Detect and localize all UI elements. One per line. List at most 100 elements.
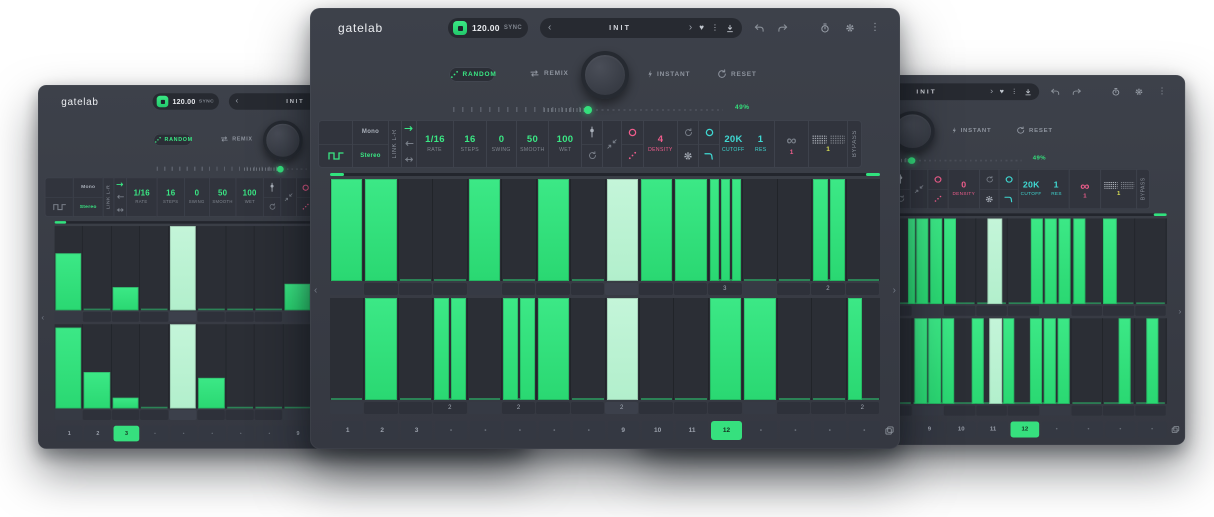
gate-bar[interactable] (1003, 318, 1014, 404)
pattern-slot-5[interactable]: • (171, 426, 197, 442)
steps-cell[interactable]: 16STEPS (157, 177, 185, 217)
gate-bar[interactable] (1073, 218, 1085, 304)
cutoff-res-cell[interactable]: 20KCUTOFF1RES (719, 120, 775, 168)
pattern-slot-12[interactable]: 12 (1010, 422, 1039, 438)
step-cell-9[interactable] (606, 179, 640, 281)
division-cell-9[interactable] (605, 283, 638, 295)
redo-icon[interactable] (777, 24, 788, 33)
step-cell-7[interactable] (226, 324, 255, 408)
wave-square-option[interactable] (45, 197, 72, 216)
favorite-heart-icon[interactable]: ♥ (1000, 88, 1004, 95)
smooth-cell[interactable]: 50SMOOTH (516, 120, 549, 168)
step-cell-5[interactable] (169, 324, 198, 408)
fader-tool[interactable] (264, 178, 281, 197)
filter-circle-tool[interactable] (699, 121, 719, 144)
division-cell-4[interactable] (140, 410, 168, 420)
density-circle-tool[interactable] (928, 170, 947, 189)
preset-menu-kebab-icon[interactable]: ⋮ (1011, 88, 1018, 95)
step-cell-6[interactable] (502, 179, 536, 281)
slider-handle[interactable] (908, 157, 915, 164)
division-cell-4[interactable] (433, 283, 466, 295)
channel-mode-cell[interactable]: MonoStereo (73, 177, 104, 217)
step-cell-12[interactable] (709, 179, 743, 281)
gate-bar[interactable] (365, 179, 396, 281)
mono-option[interactable]: Mono (353, 121, 388, 144)
stereo-option[interactable]: Stereo (74, 197, 103, 216)
pattern-slot-10[interactable]: 10 (947, 422, 976, 438)
division-cell-13[interactable] (743, 402, 776, 414)
bypass-cell[interactable]: BYPASS (1136, 169, 1150, 209)
step-cell-8[interactable] (255, 324, 284, 408)
filter-circle-tool[interactable] (999, 170, 1017, 189)
division-cell-13[interactable] (743, 283, 776, 295)
menu-kebab-icon[interactable]: ⋮ (870, 23, 880, 33)
loop-end-marker[interactable] (1154, 213, 1167, 216)
gate-bar[interactable] (170, 324, 196, 408)
step-cell-2[interactable] (83, 324, 112, 408)
infinity-cell[interactable]: ∞1 (774, 120, 809, 168)
remix-button[interactable]: REMIX (525, 69, 569, 78)
slider-handle[interactable] (277, 165, 284, 172)
density-circle-tool[interactable] (622, 121, 643, 144)
division-cell-11[interactable] (674, 283, 707, 295)
gate-bar[interactable] (1030, 318, 1042, 404)
pattern-slot-11[interactable]: 11 (676, 421, 707, 440)
cutoff-res-cell[interactable]: 20KCUTOFF1RES (1018, 169, 1070, 209)
main-knob[interactable] (581, 51, 629, 99)
gate-bar[interactable] (721, 179, 730, 281)
filter-gear-tool[interactable] (980, 189, 998, 209)
division-cell-9[interactable] (283, 410, 311, 420)
filter-rotate-tool[interactable] (980, 170, 998, 189)
division-cell-10[interactable] (944, 406, 975, 416)
density-cell[interactable]: 0DENSITY (948, 169, 980, 209)
division-cell-11[interactable] (674, 402, 707, 414)
step-cell-14[interactable] (778, 298, 812, 400)
wave-shape-cell[interactable] (318, 120, 353, 168)
gate-bar[interactable] (908, 218, 915, 304)
smooth-cell[interactable]: 50SMOOTH (209, 177, 236, 217)
division-cell-14[interactable] (1071, 306, 1102, 316)
step-cell-4[interactable] (433, 179, 467, 281)
pattern-slot-15[interactable]: • (1106, 422, 1135, 438)
pattern-slot-2[interactable]: 2 (366, 421, 397, 440)
step-cell-2[interactable] (83, 226, 112, 310)
division-cell-13[interactable] (1040, 406, 1071, 416)
gate-bar[interactable] (732, 179, 741, 281)
pattern-next-icon[interactable]: › (893, 286, 896, 296)
wave-sine-option[interactable] (319, 121, 352, 144)
timer-icon[interactable] (820, 23, 830, 33)
step-cell-4[interactable] (140, 324, 169, 408)
wave-shape-cell[interactable] (45, 177, 74, 217)
gate-bar[interactable] (813, 179, 828, 281)
shift-left-button[interactable] (114, 191, 126, 204)
stop-button[interactable] (157, 96, 169, 108)
undo-icon[interactable] (1050, 88, 1060, 96)
undo-icon[interactable] (754, 24, 765, 33)
collapse-cell[interactable] (602, 120, 622, 168)
pattern-slot-12[interactable]: 12 (711, 421, 742, 440)
filter-gear-tool[interactable] (678, 144, 698, 168)
gate-bar[interactable] (538, 179, 569, 281)
step-cell-14[interactable] (1071, 318, 1103, 404)
step-cell-16[interactable] (1135, 218, 1167, 304)
remix-button[interactable]: REMIX (216, 135, 252, 142)
cutoff-sub[interactable]: 20KCUTOFF (1019, 170, 1044, 209)
pattern-slot-15[interactable]: • (814, 421, 845, 440)
gate-bar[interactable] (469, 179, 500, 281)
gate-bar[interactable] (914, 318, 927, 404)
gear-icon[interactable] (845, 23, 855, 33)
filter-curve-icon[interactable] (999, 189, 1017, 209)
step-cell-7[interactable] (226, 226, 255, 310)
division-cell-4[interactable]: 2 (433, 402, 466, 414)
step-cell-8[interactable] (571, 179, 605, 281)
loop-range-strip[interactable] (330, 173, 880, 176)
pattern-slot-7[interactable]: • (539, 421, 570, 440)
pattern-slot-9[interactable]: 9 (285, 426, 311, 442)
division-cell-8[interactable] (571, 402, 604, 414)
gate-bar[interactable] (641, 179, 672, 281)
step-cell-7[interactable] (537, 179, 571, 281)
gear-icon[interactable] (1134, 88, 1143, 96)
pattern-slot-8[interactable]: • (573, 421, 604, 440)
seq-row-bottom-lane[interactable] (330, 298, 880, 400)
pattern-slot-7[interactable]: • (228, 426, 254, 442)
